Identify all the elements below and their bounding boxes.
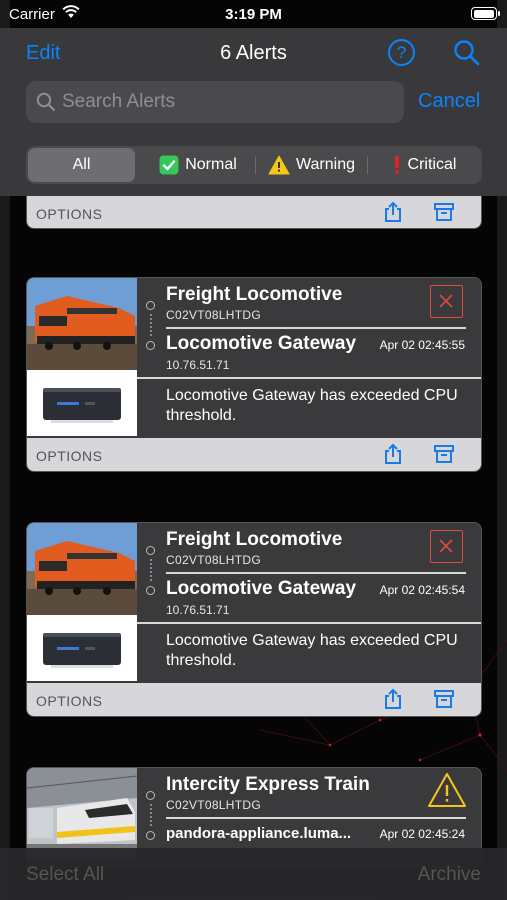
filter-normal-label: Normal	[185, 156, 237, 173]
share-icon[interactable]	[383, 201, 403, 223]
options-label: OPTIONS	[36, 693, 103, 709]
timeline-line	[150, 804, 152, 826]
dismiss-icon[interactable]	[430, 530, 463, 563]
asset-image	[27, 523, 137, 615]
asset-name: Intercity Express Train	[166, 774, 370, 795]
asset-id: C02VT08LHTDG	[166, 308, 261, 322]
search-input[interactable]	[62, 81, 392, 123]
alert-card[interactable]: Freight Locomotive C02VT08LHTDG Locomotive…	[26, 522, 482, 717]
separator	[166, 817, 466, 819]
magnifier-icon	[36, 92, 56, 112]
search-field[interactable]	[26, 81, 404, 123]
timeline-line	[150, 314, 152, 336]
header: Edit 6 Alerts ? Cancel All Normal Warni	[0, 28, 507, 196]
options-label: OPTIONS	[36, 448, 103, 464]
archive-icon[interactable]	[434, 689, 454, 709]
filter-critical-label: Critical	[407, 156, 457, 173]
options-bar: OPTIONS	[27, 438, 481, 471]
filter-warning[interactable]: Warning	[256, 148, 367, 182]
alert-card[interactable]: Freight Locomotive C02VT08LHTDG Locomotive…	[26, 277, 482, 472]
cancel-button[interactable]: Cancel	[418, 90, 480, 113]
archive-icon[interactable]	[434, 444, 454, 464]
asset-name: Freight Locomotive	[166, 529, 343, 550]
device-ip: 10.76.51.71	[166, 358, 230, 372]
alert-card-partial: OPTIONS	[26, 196, 482, 229]
warning-triangle-icon	[427, 772, 466, 807]
archive-button[interactable]: Archive	[418, 864, 481, 886]
timeline-dot	[146, 341, 155, 350]
help-icon[interactable]: ?	[388, 39, 415, 66]
timeline-dot	[146, 586, 155, 595]
status-bar: Carrier 3:19 PM	[0, 0, 507, 28]
filter-normal[interactable]: Normal	[142, 148, 254, 182]
select-all-button[interactable]: Select All	[26, 864, 104, 886]
options-bar: OPTIONS	[27, 683, 481, 716]
timeline-dot	[146, 301, 155, 310]
archive-icon[interactable]	[434, 202, 454, 222]
alert-timestamp: Apr 02 02:45:55	[379, 338, 465, 352]
battery-icon	[471, 7, 500, 20]
filter-warning-label: Warning	[296, 156, 355, 173]
filter-critical[interactable]: Critical	[368, 148, 480, 182]
asset-id: C02VT08LHTDG	[166, 798, 261, 812]
timeline-dot	[146, 831, 155, 840]
separator	[166, 327, 466, 329]
alert-timestamp: Apr 02 02:45:24	[379, 827, 465, 841]
timeline-dot	[146, 791, 155, 800]
exclamation-icon	[392, 155, 402, 175]
separator	[137, 622, 481, 624]
search-icon[interactable]	[453, 39, 481, 67]
page-title: 6 Alerts	[220, 42, 287, 64]
timeline-line	[150, 559, 152, 581]
timeline-dot	[146, 546, 155, 555]
alert-message: Locomotive Gateway has exceeded CPU thre…	[166, 387, 458, 424]
warning-triangle-icon	[268, 155, 290, 175]
alert-message: Locomotive Gateway has exceeded CPU thre…	[166, 632, 458, 669]
asset-image	[27, 278, 137, 370]
check-box-icon	[159, 155, 179, 175]
filter-all-label: All	[72, 156, 91, 173]
share-icon[interactable]	[383, 688, 403, 710]
device-ip: 10.76.51.71	[166, 603, 230, 617]
device-name: Locomotive Gateway	[166, 333, 357, 354]
filter-all[interactable]: All	[28, 148, 135, 182]
device-name: pandora-appliance.luma...	[166, 825, 352, 842]
bottom-toolbar: Select All Archive	[0, 848, 507, 900]
device-image	[27, 370, 137, 436]
asset-image	[27, 768, 138, 860]
dismiss-icon[interactable]	[430, 285, 463, 318]
alert-timestamp: Apr 02 02:45:54	[379, 583, 465, 597]
severity-filter: All Normal Warning Critical	[26, 146, 482, 184]
device-image	[27, 615, 137, 681]
share-icon[interactable]	[383, 443, 403, 465]
separator	[137, 377, 481, 379]
asset-name: Freight Locomotive	[166, 284, 343, 305]
asset-id: C02VT08LHTDG	[166, 553, 261, 567]
options-label: OPTIONS	[36, 206, 103, 222]
clock: 3:19 PM	[225, 6, 282, 23]
separator	[166, 572, 466, 574]
device-name: Locomotive Gateway	[166, 578, 357, 599]
